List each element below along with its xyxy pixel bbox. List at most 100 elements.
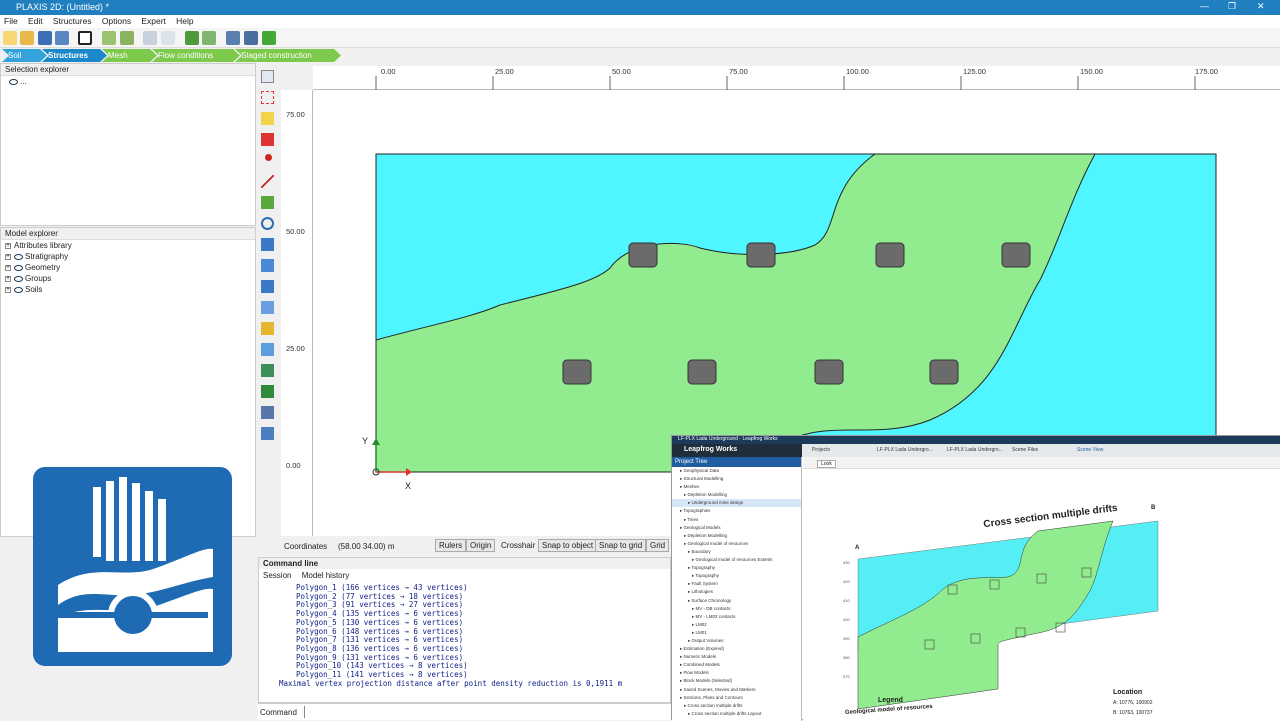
tab-structures[interactable]: Structures [42,49,107,62]
expand-icon[interactable]: + [5,275,11,282]
lf-tab-project-1[interactable]: LF-PLX Lada Undergro... [877,447,933,453]
project-tree-item[interactable]: ▸ Cross section multiple drifts Layout [672,710,801,718]
array-icon[interactable] [261,133,274,146]
tunnel-icon[interactable] [261,217,274,230]
view-dropdown[interactable]: Look [817,460,836,468]
cross-section-3d-view[interactable] [803,469,1280,721]
close-icon[interactable]: ✕ [1257,1,1265,12]
lf-tab-scene-files[interactable]: Scene Files [1012,447,1038,453]
unlink-icon[interactable] [161,31,175,45]
zoom-window-icon[interactable] [244,31,258,45]
drift-polygon[interactable] [746,242,776,268]
tree-item-soils[interactable]: + Soils [1,284,255,295]
project-tree-item[interactable]: ▸ Output Volumes [672,637,801,645]
project-tree-item[interactable]: ▸ MV - LM02 contacts [672,613,801,621]
line-icon[interactable] [261,175,274,188]
maximize-icon[interactable]: ❐ [1228,1,1236,12]
eye-icon[interactable] [14,264,23,271]
drift-polygon[interactable] [628,242,658,268]
crosshair-button[interactable]: Crosshair [497,539,539,552]
project-tree-item[interactable]: ▸ Meshes [672,483,801,491]
redo-icon[interactable] [202,31,216,45]
move-object-icon[interactable] [261,112,274,125]
tree-item-groups[interactable]: + Groups [1,273,255,284]
selection-item[interactable]: ... [1,76,255,87]
prescribed-displacement-icon[interactable] [261,280,274,293]
project-tree-item[interactable]: ▸ Numeric Models [672,653,801,661]
eye-icon[interactable] [9,78,18,85]
project-tree-item[interactable]: ▸ Depletion Modelling [672,532,801,540]
import-geometry-icon[interactable] [261,364,274,377]
tree-item-stratigraphy[interactable]: + Stratigraphy [1,251,255,262]
project-tree-item[interactable]: ▸ Surface Chronology [672,597,801,605]
project-tree-item[interactable]: ▸ Sections, Plans and Contours [672,694,801,702]
menu-structures[interactable]: Structures [49,15,96,27]
undo-icon[interactable] [185,31,199,45]
minimize-icon[interactable]: — [1200,1,1209,11]
snap-to-grid-button[interactable]: Snap to grid [595,539,647,552]
grid-button[interactable]: Grid [646,539,670,552]
tab-mesh[interactable]: Mesh [102,49,157,62]
drift-polygon[interactable] [687,359,717,385]
drift-polygon[interactable] [929,359,959,385]
tab-model-history[interactable]: Model history [298,569,354,582]
point-icon[interactable] [265,154,272,161]
drift-polygon[interactable] [562,359,592,385]
drift-polygon[interactable] [1001,242,1031,268]
link-icon[interactable] [143,31,157,45]
new-project-icon[interactable] [3,31,17,45]
save-icon[interactable] [38,31,52,45]
tab-soil[interactable]: Soil [2,49,47,62]
polygon-icon[interactable] [261,196,274,209]
project-tree-item[interactable]: ▸ Geological model of resources [672,540,801,548]
project-tree-item[interactable]: ▸ Tines [672,516,801,524]
expand-icon[interactable]: + [5,286,11,293]
rulers-button[interactable]: Rulers [435,539,467,552]
project-tree-item[interactable]: ▸ Geological Models [672,524,801,532]
tab-staged-construction[interactable]: Staged construction [235,49,341,62]
project-tree-item[interactable]: ▸ Lithologies [672,588,801,596]
project-tree-item[interactable]: ▸ Combined Models [672,661,801,669]
project-tree-item[interactable]: ▸ Estimation (Expired) [672,645,801,653]
well-icon[interactable] [261,385,274,398]
menu-edit[interactable]: Edit [24,15,47,27]
command-input[interactable] [304,706,664,718]
project-tree-item[interactable]: ▸ Flow Models [672,669,801,677]
project-tree-item[interactable]: ▸ Cross section multiple drifts [672,702,801,710]
drift-polygon[interactable] [875,242,905,268]
project-tree-item[interactable]: ▸ LM02 [672,621,801,629]
menu-file[interactable]: File [0,15,22,27]
hydraulic-icon[interactable] [261,343,274,356]
connect-icon[interactable] [78,31,92,45]
project-tree-item[interactable]: ▸ Depletion Modelling [672,491,801,499]
line-load-icon[interactable] [261,259,274,272]
tree-item-geometry[interactable]: + Geometry [1,262,255,273]
lf-tab-scene-view[interactable]: Scene View [1077,447,1103,453]
project-tree-item[interactable]: ▸ Structural Modelling [672,475,801,483]
export-icon[interactable] [120,31,134,45]
show-materials-icon[interactable] [261,406,274,419]
drift-polygon[interactable] [814,359,844,385]
project-tree-item[interactable]: ▸ Underground mine design [672,499,801,508]
project-tree-item[interactable]: ▸ Block Models (Selected) [672,677,801,685]
pan-icon[interactable] [262,31,276,45]
project-tree-item[interactable]: ▸ Boundary [672,548,801,556]
select-icon[interactable] [261,70,274,83]
menu-options[interactable]: Options [98,15,135,27]
select-rectangle-icon[interactable] [261,91,274,104]
project-tree-item[interactable]: ▸ Fault System [672,580,801,588]
save-as-icon[interactable] [55,31,69,45]
tab-flow-conditions[interactable]: Flow conditions [152,49,240,62]
lf-tab-projects[interactable]: Projects [812,447,830,453]
tree-item-attributes-library[interactable]: + Attributes library [1,240,255,251]
import-icon[interactable] [102,31,116,45]
eye-icon[interactable] [14,253,23,260]
project-tree-item[interactable]: ▸ MV - DB contacts [672,605,801,613]
expand-icon[interactable]: + [5,264,11,271]
project-tree-item[interactable]: ▸ Saved Scenes, Movies and Markers [672,686,801,694]
tab-session[interactable]: Session [259,569,295,582]
lf-tab-project-2[interactable]: LF-PLX Lada Undergro... [947,447,1003,453]
snap-to-object-button[interactable]: Snap to object [538,539,598,552]
zoom-in-icon[interactable] [226,31,240,45]
open-project-icon[interactable] [20,31,34,45]
